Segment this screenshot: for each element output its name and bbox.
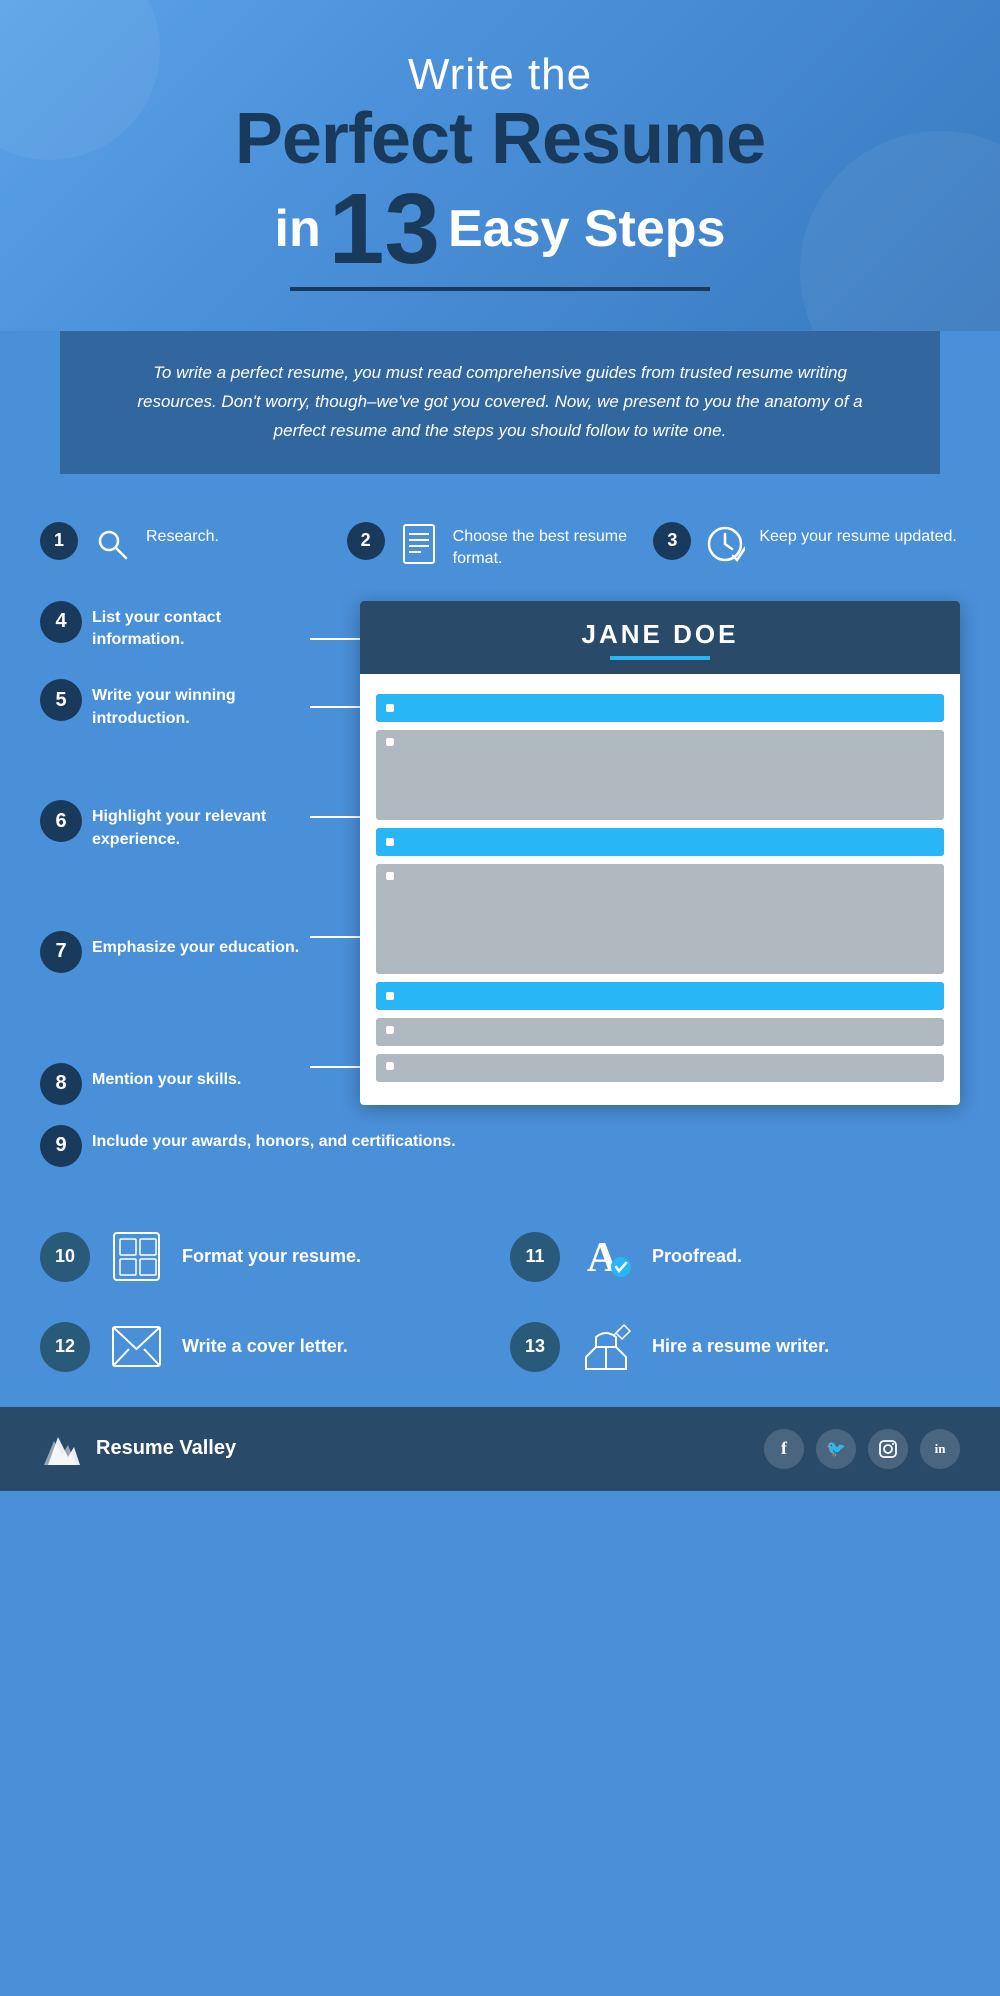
connector-7 <box>310 936 360 938</box>
step-6-label: Highlight your relevant experience. <box>92 800 310 851</box>
step-3-item: 3 Keep your resume updated. <box>653 522 960 566</box>
resume-header: JANE DOE <box>360 601 960 674</box>
step-5-row: 5 Write your winning introduction. <box>40 679 310 730</box>
document-icon <box>397 522 441 566</box>
step-10-item: 10 Format your resume. <box>40 1227 490 1287</box>
steps-top-row: 1 Research. 2 Choose the best resume for… <box>0 474 1000 591</box>
bottom-steps-grid: 10 Format your resume. 11 A Proofread. 1… <box>0 1207 1000 1407</box>
footer-brand-name: Resume Valley <box>96 1437 236 1460</box>
step-1-circle: 1 <box>40 522 78 560</box>
step-11-label: Proofread. <box>652 1245 742 1268</box>
resume-valley-logo-icon <box>40 1427 84 1471</box>
connector-8 <box>310 1066 360 1068</box>
step-11-circle: 11 <box>510 1232 560 1282</box>
cover-letter-icon <box>106 1317 166 1377</box>
step-4-circle: 4 <box>40 601 82 643</box>
skills-bar <box>376 982 944 1010</box>
header-section: Write the Perfect Resume in 13 Easy Step… <box>0 0 1000 331</box>
step-5-circle: 5 <box>40 679 82 721</box>
header-line2: Perfect Resume <box>80 100 920 179</box>
step-1-label: Research. <box>146 522 219 548</box>
left-steps-column: 4 List your contact information. 5 Write… <box>40 601 310 1105</box>
step-12-circle: 12 <box>40 1322 90 1372</box>
intro-text: To write a perfect resume, you must read… <box>120 359 880 446</box>
step-9-row: 9 Include your awards, honors, and certi… <box>40 1105 960 1177</box>
header-in: in <box>275 198 321 260</box>
intro-bar <box>376 694 944 722</box>
step-6-row: 6 Highlight your relevant experience. <box>40 800 310 851</box>
step-12-label: Write a cover letter. <box>182 1335 348 1358</box>
svg-text:A: A <box>587 1235 618 1281</box>
step-12-item: 12 Write a cover letter. <box>40 1317 490 1377</box>
step-3-circle: 3 <box>653 522 691 560</box>
header-number: 13 <box>329 179 440 279</box>
step-8-circle: 8 <box>40 1063 82 1105</box>
resume-name: JANE DOE <box>380 619 940 650</box>
step-7-row: 7 Emphasize your education. <box>40 931 310 973</box>
step-10-circle: 10 <box>40 1232 90 1282</box>
step-10-label: Format your resume. <box>182 1245 361 1268</box>
step-4-row: 4 List your contact information. <box>40 601 310 652</box>
clock-check-icon <box>703 522 747 566</box>
proofread-icon: A <box>576 1227 636 1287</box>
step-13-label: Hire a resume writer. <box>652 1335 829 1358</box>
facebook-icon[interactable]: f <box>764 1429 804 1469</box>
step-2-label: Choose the best resume format. <box>453 522 654 571</box>
resume-mock: JANE DOE <box>360 601 960 1105</box>
experience-content-block <box>376 864 944 974</box>
step-1-item: 1 Research. <box>40 522 347 566</box>
step-5-label: Write your winning introduction. <box>92 679 310 730</box>
resume-body <box>360 674 960 1102</box>
header-underline <box>290 287 710 291</box>
step-3-label: Keep your resume updated. <box>759 522 956 548</box>
search-icon <box>90 522 134 566</box>
step-9-circle: 9 <box>40 1125 82 1167</box>
step-7-label: Emphasize your education. <box>92 931 299 959</box>
experience-bar <box>376 828 944 856</box>
footer: Resume Valley f 🐦 in <box>0 1407 1000 1491</box>
connector-4 <box>310 638 360 640</box>
step-8-row: 8 Mention your skills. <box>40 1063 310 1105</box>
writer-icon <box>576 1317 636 1377</box>
connector-6 <box>310 816 360 818</box>
footer-brand: Resume Valley <box>40 1427 236 1471</box>
twitter-icon[interactable]: 🐦 <box>816 1429 856 1469</box>
intro-box: To write a perfect resume, you must read… <box>60 331 940 474</box>
step-13-item: 13 Hire a resume writer. <box>510 1317 960 1377</box>
step-9-label: Include your awards, honors, and certifi… <box>92 1125 456 1153</box>
format-icon <box>106 1227 166 1287</box>
step-13-circle: 13 <box>510 1322 560 1372</box>
intro-content-block <box>376 730 944 820</box>
linkedin-icon[interactable]: in <box>920 1429 960 1469</box>
header-easy-steps: Easy Steps <box>448 198 726 260</box>
step-8-label: Mention your skills. <box>92 1063 241 1091</box>
connector-5 <box>310 706 360 708</box>
connector-lines <box>310 601 360 1105</box>
footer-social-links[interactable]: f 🐦 in <box>764 1429 960 1469</box>
step-4-label: List your contact information. <box>92 601 310 652</box>
main-content: 4 List your contact information. 5 Write… <box>0 591 1000 1207</box>
skills-row-2 <box>376 1054 944 1082</box>
step-2-circle: 2 <box>347 522 385 560</box>
step-6-circle: 6 <box>40 800 82 842</box>
step-7-circle: 7 <box>40 931 82 973</box>
step-2-item: 2 Choose the best resume format. <box>347 522 654 571</box>
step-11-item: 11 A Proofread. <box>510 1227 960 1287</box>
resume-name-underline <box>610 656 710 660</box>
header-line3: in 13 Easy Steps <box>80 179 920 279</box>
instagram-icon[interactable] <box>868 1429 908 1469</box>
skills-row-1 <box>376 1018 944 1046</box>
header-line1: Write the <box>80 50 920 100</box>
